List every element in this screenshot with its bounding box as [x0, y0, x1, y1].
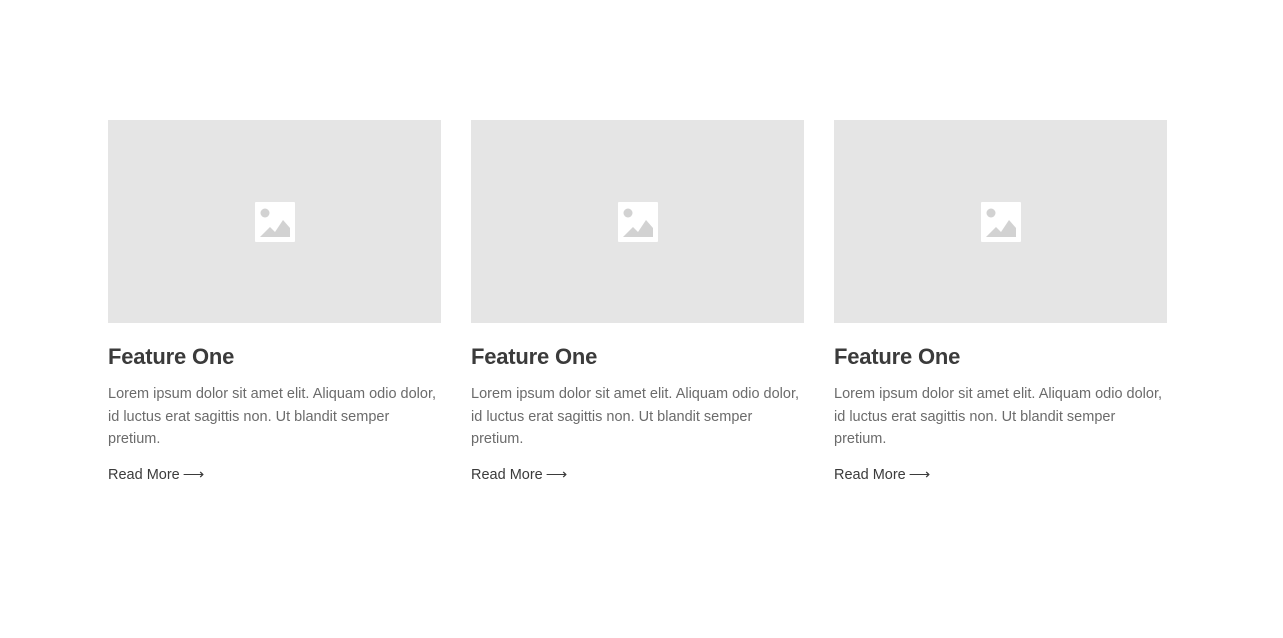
feature-card: Feature One Lorem ipsum dolor sit amet e…: [471, 120, 804, 485]
feature-image: [471, 120, 804, 323]
feature-description: Lorem ipsum dolor sit amet elit. Aliquam…: [471, 386, 800, 447]
read-more-link[interactable]: Read More ⟶: [108, 465, 441, 485]
read-more-label: Read More: [108, 466, 180, 483]
feature-title: Feature One: [471, 344, 598, 369]
read-more-link[interactable]: Read More ⟶: [471, 465, 804, 485]
features-section: Feature One Lorem ipsum dolor sit amet e…: [108, 120, 1168, 485]
image-placeholder-icon: [254, 201, 295, 242]
feature-card: Feature One Lorem ipsum dolor sit amet e…: [108, 120, 441, 485]
read-more-label: Read More: [834, 466, 906, 483]
feature-card: Feature One Lorem ipsum dolor sit amet e…: [834, 120, 1167, 485]
feature-title: Feature One: [834, 344, 961, 369]
read-more-label: Read More: [471, 466, 543, 483]
feature-title: Feature One: [108, 344, 235, 369]
arrow-right-icon: ⟶: [908, 465, 931, 483]
image-placeholder-icon: [617, 201, 658, 242]
arrow-right-icon: ⟶: [545, 465, 568, 483]
feature-description: Lorem ipsum dolor sit amet elit. Aliquam…: [108, 386, 437, 447]
feature-image: [834, 120, 1167, 323]
image-placeholder-icon: [980, 201, 1021, 242]
read-more-link[interactable]: Read More ⟶: [834, 465, 1167, 485]
feature-description: Lorem ipsum dolor sit amet elit. Aliquam…: [834, 386, 1163, 447]
feature-image: [108, 120, 441, 323]
arrow-right-icon: ⟶: [182, 465, 205, 483]
